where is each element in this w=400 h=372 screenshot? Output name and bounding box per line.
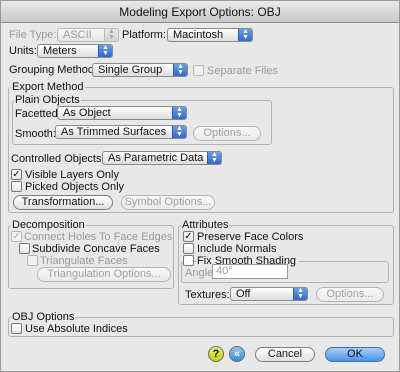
cancel-button[interactable]: Cancel	[255, 347, 315, 362]
plain-options-button[interactable]: Options...	[193, 126, 261, 141]
popup-arrows-icon: ▲ ▼	[173, 64, 187, 76]
popup-arrows-icon: ▲ ▼	[104, 29, 118, 41]
export-method-title: Export Method	[11, 80, 85, 94]
smooth-value: As Trimmed Surfaces	[61, 126, 167, 138]
file-type-value: ASCII	[63, 29, 92, 41]
controlled-objects-popup[interactable]: As Parametric Data ▲ ▼	[102, 151, 222, 165]
separate-files-label: Separate Files	[207, 65, 278, 77]
grouping-popup[interactable]: Single Group ▲ ▼	[92, 63, 188, 77]
connect-holes-checkbox[interactable]: ✓	[11, 231, 22, 242]
export-options-dialog: Modeling Export Options: OBJ File Type: …	[0, 0, 400, 372]
symbol-options-button[interactable]: Symbol Options...	[121, 195, 215, 210]
file-type-popup[interactable]: ASCII ▲ ▼	[57, 28, 119, 42]
help-icon[interactable]: ?	[208, 346, 224, 362]
file-type-label: File Type:	[9, 29, 57, 41]
facetted-popup[interactable]: As Object ▲ ▼	[57, 106, 187, 120]
separate-files-checkbox[interactable]	[193, 65, 204, 76]
triangulate-checkbox[interactable]	[27, 255, 38, 266]
picked-objects-label: Picked Objects Only	[25, 181, 125, 193]
angle-label: Angle	[185, 267, 214, 279]
window-title: Modeling Export Options: OBJ	[1, 1, 399, 23]
popup-arrows-icon: ▲ ▼	[98, 45, 112, 57]
subdivide-concave-checkbox[interactable]	[19, 243, 30, 254]
absolute-indices-label: Use Absolute Indices	[25, 323, 128, 335]
visible-layers-checkbox[interactable]: ✓	[11, 169, 22, 180]
facetted-label: Facetted:	[15, 108, 61, 120]
textures-label: Textures:	[185, 289, 230, 301]
platform-popup[interactable]: Macintosh ▲ ▼	[167, 28, 253, 42]
textures-value: Off	[236, 288, 251, 300]
controlled-objects-value: As Parametric Data	[108, 152, 204, 164]
triangulation-options-button[interactable]: Triangulation Options...	[37, 267, 171, 282]
controlled-objects-label: Controlled Objects:	[11, 153, 105, 165]
plain-objects-title: Plain Objects	[14, 93, 81, 107]
ok-button[interactable]: OK	[325, 347, 385, 362]
preserve-colors-checkbox[interactable]: ✓	[183, 231, 194, 242]
grouping-value: Single Group	[98, 64, 163, 76]
units-label: Units:	[9, 45, 38, 57]
revert-icon[interactable]: «	[229, 346, 245, 362]
include-normals-checkbox[interactable]	[183, 243, 194, 254]
picked-objects-checkbox[interactable]	[11, 181, 22, 192]
absolute-indices-checkbox[interactable]	[11, 323, 22, 334]
fix-smooth-checkbox[interactable]	[183, 255, 194, 266]
popup-arrows-icon: ▲ ▼	[172, 126, 186, 138]
popup-arrows-icon: ▲ ▼	[293, 288, 307, 300]
angle-input[interactable]: 40°	[212, 264, 288, 279]
attributes-options-button[interactable]: Options...	[316, 287, 384, 302]
facetted-value: As Object	[63, 107, 111, 119]
smooth-popup[interactable]: As Trimmed Surfaces ▲ ▼	[55, 125, 187, 139]
units-value: Meters	[43, 45, 77, 57]
triangulate-label: Triangulate Faces	[40, 255, 128, 267]
units-popup[interactable]: Meters ▲ ▼	[37, 44, 113, 58]
platform-value: Macintosh	[173, 29, 224, 41]
grouping-label: Grouping Method:	[9, 64, 98, 76]
popup-arrows-icon: ▲ ▼	[172, 107, 186, 119]
smooth-label: Smooth:	[15, 128, 56, 140]
platform-label: Platform:	[122, 29, 167, 41]
popup-arrows-icon: ▲ ▼	[238, 29, 252, 41]
transformation-button[interactable]: Transformation...	[13, 195, 113, 210]
textures-popup[interactable]: Off ▲ ▼	[230, 287, 308, 301]
popup-arrows-icon: ▲ ▼	[207, 152, 221, 164]
